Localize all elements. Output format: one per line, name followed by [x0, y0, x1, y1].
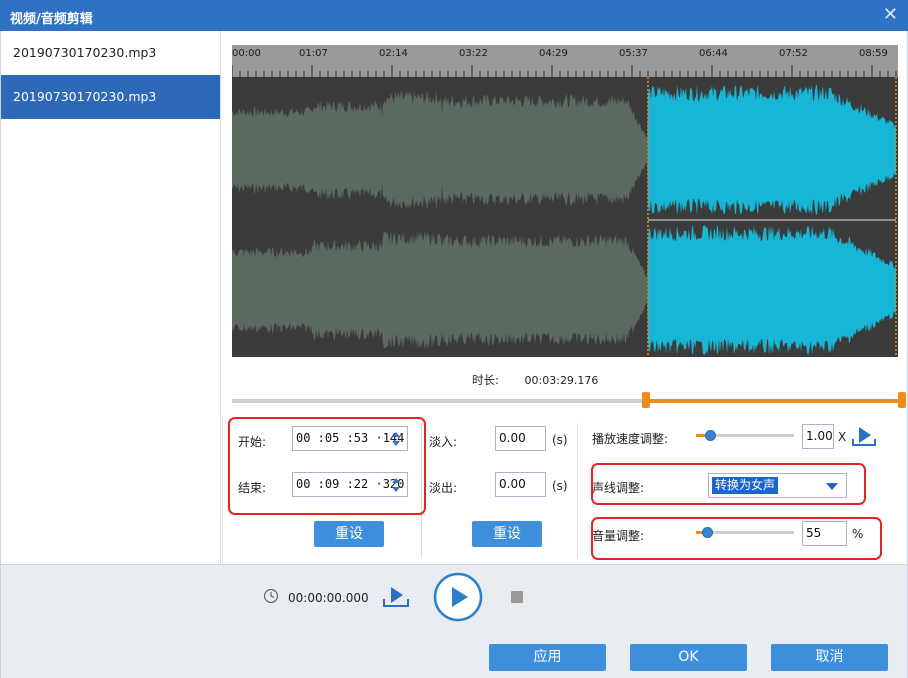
cancel-button[interactable]: 取消	[771, 644, 888, 671]
duration-label: 时长:	[472, 373, 499, 387]
file-list: 20190730170230.mp3 20190730170230.mp3	[1, 31, 221, 564]
dialog-window: 20190730170230.mp3 20190730170230.mp3 00…	[0, 31, 908, 678]
selection-end-handle[interactable]	[898, 392, 906, 408]
speed-input[interactable]: 1.00	[802, 424, 834, 449]
speed-unit: X	[838, 430, 847, 444]
ruler-ticks	[232, 65, 897, 77]
file-list-item[interactable]: 20190730170230.mp3	[1, 31, 220, 75]
divider	[577, 423, 578, 558]
trackbar-selection	[646, 399, 902, 403]
ruler-label: 07:52	[779, 48, 808, 59]
preview-play-icon[interactable]	[851, 424, 877, 448]
fade-out-input[interactable]: 0.00	[495, 472, 546, 497]
divider	[222, 415, 223, 564]
dialog-footer: 应用 OK 取消	[1, 638, 907, 678]
waveform	[232, 77, 897, 357]
fade-reset-button[interactable]: 重设	[472, 521, 542, 547]
playback-bar: 00:00:00.000	[1, 564, 907, 638]
play-button-icon[interactable]	[433, 572, 483, 622]
speed-label: 播放速度调整:	[592, 432, 669, 446]
highlight-box	[228, 417, 426, 515]
fade-out-label: 淡出:	[429, 481, 458, 495]
ruler-label: 00:00	[232, 48, 261, 59]
ok-button[interactable]: OK	[630, 644, 747, 671]
fade-in-unit: (s)	[552, 433, 568, 447]
ruler-label: 04:29	[539, 48, 568, 59]
file-list-item-selected[interactable]: 20190730170230.mp3	[1, 75, 220, 119]
title-bar: 视频/音频剪辑 ✕	[0, 0, 908, 31]
window-title: 视频/音频剪辑	[10, 12, 93, 27]
mark-play-icon[interactable]	[382, 585, 410, 609]
selection-trackbar[interactable]	[232, 392, 906, 408]
trim-reset-button[interactable]: 重设	[314, 521, 384, 547]
clock-icon	[263, 588, 279, 604]
fade-in-label: 淡入:	[429, 435, 458, 449]
close-icon[interactable]: ✕	[883, 4, 898, 25]
selection-start-handle[interactable]	[642, 392, 650, 408]
duration-display: 时长: 00:03:29.176	[472, 372, 598, 388]
ruler-label: 05:37	[619, 48, 648, 59]
highlight-box	[591, 517, 882, 560]
editor-panel: 00:00 01:07 02:14 03:22 04:29 05:37 06:4…	[222, 31, 907, 564]
highlight-box	[591, 463, 866, 505]
speed-slider[interactable]	[696, 429, 794, 441]
slider-knob[interactable]	[705, 430, 716, 441]
timeline-ruler[interactable]: 00:00 01:07 02:14 03:22 04:29 05:37 06:4…	[232, 45, 898, 77]
ruler-label: 01:07	[299, 48, 328, 59]
waveform-view[interactable]	[232, 77, 898, 357]
duration-value: 00:03:29.176	[524, 374, 599, 387]
ruler-label: 06:44	[699, 48, 728, 59]
playback-timecode: 00:00:00.000	[288, 591, 369, 605]
ruler-label: 08:59	[859, 48, 888, 59]
apply-button[interactable]: 应用	[489, 644, 606, 671]
ruler-label: 02:14	[379, 48, 408, 59]
stop-icon[interactable]	[511, 591, 523, 603]
fade-in-input[interactable]: 0.00	[495, 426, 546, 451]
ruler-label: 03:22	[459, 48, 488, 59]
fade-out-unit: (s)	[552, 479, 568, 493]
